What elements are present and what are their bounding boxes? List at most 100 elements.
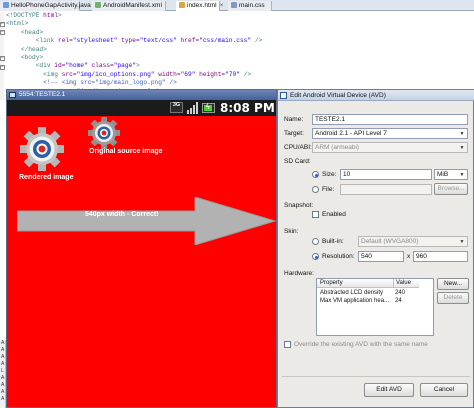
close-tab-icon[interactable]: × [220,2,224,9]
target-select[interactable]: Android 2.1 - API Level 7 ▼ [312,128,468,139]
cancel-button[interactable]: Cancel [420,383,468,397]
hardware-value-cell[interactable]: 24 [395,297,431,306]
code-editor: HelloPhoneGapActivity.java AndroidManife… [0,0,474,100]
browse-button[interactable]: Browse... [434,183,468,195]
charging-icon: ϟ [206,104,210,111]
original-caption: Original source image [89,148,163,155]
sdcard-file-input[interactable] [340,184,432,195]
signal-strength-icon [187,102,198,114]
panel-row-marker: A [1,361,5,367]
size-option-label: Size: [322,171,337,178]
html-file-icon [179,2,185,8]
enabled-label: Enabled [322,211,346,218]
hardware-table[interactable]: Property Value Abstracted LCD density 24… [316,278,434,336]
panel-row-marker: A [1,375,5,381]
override-label: Override the existing AVD with the same … [294,341,428,348]
column-header-property[interactable]: Property [320,279,390,288]
cpu-label: CPU/ABI: [284,144,312,151]
chevron-down-icon: ▼ [459,172,465,178]
original-gear-icon [88,117,120,149]
delete-property-button[interactable]: Delete [437,292,469,304]
file-option-label: File: [322,186,335,193]
code-line: <link rel="stylesheet" type="text/css" h… [35,37,263,45]
file-radio[interactable] [312,186,319,193]
hardware-label: Hardware: [284,270,314,277]
size-unit-select[interactable]: MiB ▼ [434,169,468,180]
emulator-title-bar: 5554:TESTE2.1 [7,90,276,100]
code-line: <head> [20,28,44,36]
builtin-skin-select[interactable]: Default (WVGA800) ▼ [358,236,468,247]
resolution-width-input[interactable]: 540 [358,251,404,262]
width-arrow-shape [17,197,277,245]
editor-tab-bar: HelloPhoneGapActivity.java AndroidManife… [0,0,474,11]
window-icon [9,92,16,98]
builtin-skin-value: Default (WVGA800) [361,238,419,245]
code-line: <html> [6,20,29,28]
code-text[interactable]: <!DOCTYPE html> <html> <head> <link rel="… [6,12,262,96]
code-line: <div id="home" class="page"> [35,62,140,70]
resolution-radio[interactable] [312,253,319,260]
xml-file-icon [95,2,101,8]
builtin-option-label: Built-in: [322,238,344,245]
panel-row-marker: A [1,340,5,346]
edit-avd-button[interactable]: Edit AVD [364,383,414,397]
new-property-button[interactable]: New... [437,278,469,290]
status-clock: 8:08 PM [220,101,275,115]
code-line: <!-- <img src="img/main_logo.png" /> [43,79,177,87]
panel-row-marker: A [1,389,5,395]
emulator-window: 5554:TESTE2.1 3G ϟ 8:08 PM Original sour… [6,89,277,408]
sdcard-size-input[interactable]: 10 [340,169,432,180]
fold-toggle-icon[interactable]: − [0,56,5,61]
size-unit-value: MiB [437,171,449,178]
chevron-down-icon: ▼ [459,145,465,151]
panel-row-marker: A [1,396,5,402]
android-status-bar: 3G ϟ 8:08 PM [7,100,276,116]
tab-main-css[interactable]: main.css [228,1,272,11]
tab-label: AndroidManifest.xml [103,2,162,9]
css-file-icon [231,2,237,8]
size-radio[interactable] [312,171,319,178]
skin-label: Skin: [284,228,299,235]
tab-label: main.css [239,2,265,9]
panel-row-marker: A [1,382,5,388]
name-input[interactable]: TESTE2.1 [312,114,468,125]
target-value: Android 2.1 - API Level 7 [315,130,387,137]
override-checkbox[interactable] [284,341,291,348]
tab-index-html[interactable]: index.html × [176,1,223,11]
java-file-icon [3,2,9,8]
rendered-gear-icon [20,127,64,171]
panel-row-marker: A [1,354,5,360]
tab-hellophonegapactivity[interactable]: HelloPhoneGapActivity.java [0,1,91,11]
name-label: Name: [284,116,304,123]
arrow-label: 540px width - Correct! [85,211,159,218]
tab-label: HelloPhoneGapActivity.java [11,2,91,9]
sdcard-label: SD Card: [284,158,311,165]
code-line: <body> [20,53,44,61]
fold-toggle-icon[interactable]: − [0,65,5,70]
panel-row-marker: L [1,368,4,374]
snapshot-enabled-checkbox[interactable] [312,211,319,218]
builtin-radio[interactable] [312,238,319,245]
dialog-window-icon [280,92,287,99]
tab-label: index.html [187,2,217,9]
network-3g-icon: 3G [170,102,183,113]
column-header-value[interactable]: Value [393,279,433,288]
dialog-title: Edit Android Virtual Device (AVD) [290,92,386,99]
chevron-down-icon: ▼ [459,131,465,137]
network-badge: 3G [172,102,181,108]
dialog-separator [282,376,470,377]
emulator-title: 5554:TESTE2.1 [19,91,66,98]
cpu-select[interactable]: ARM (armeabi) ▼ [312,142,468,153]
fold-toggle-icon[interactable]: − [0,30,5,35]
tab-androidmanifest[interactable]: AndroidManifest.xml [92,1,166,11]
chevron-down-icon: ▼ [459,239,465,245]
code-line: <img src="img/ico_options.png" width="69… [43,70,252,78]
code-line: <!DOCTYPE html> [6,12,62,19]
fold-toggle-icon[interactable]: − [0,22,5,27]
battery-icon: ϟ [202,103,215,113]
snapshot-label: Snapshot: [284,202,314,209]
resolution-height-input[interactable]: 960 [413,251,468,262]
hardware-property-cell[interactable]: Max VM application hea... [320,297,390,306]
target-label: Target: [284,130,304,137]
cpu-value: ARM (armeabi) [315,144,360,151]
